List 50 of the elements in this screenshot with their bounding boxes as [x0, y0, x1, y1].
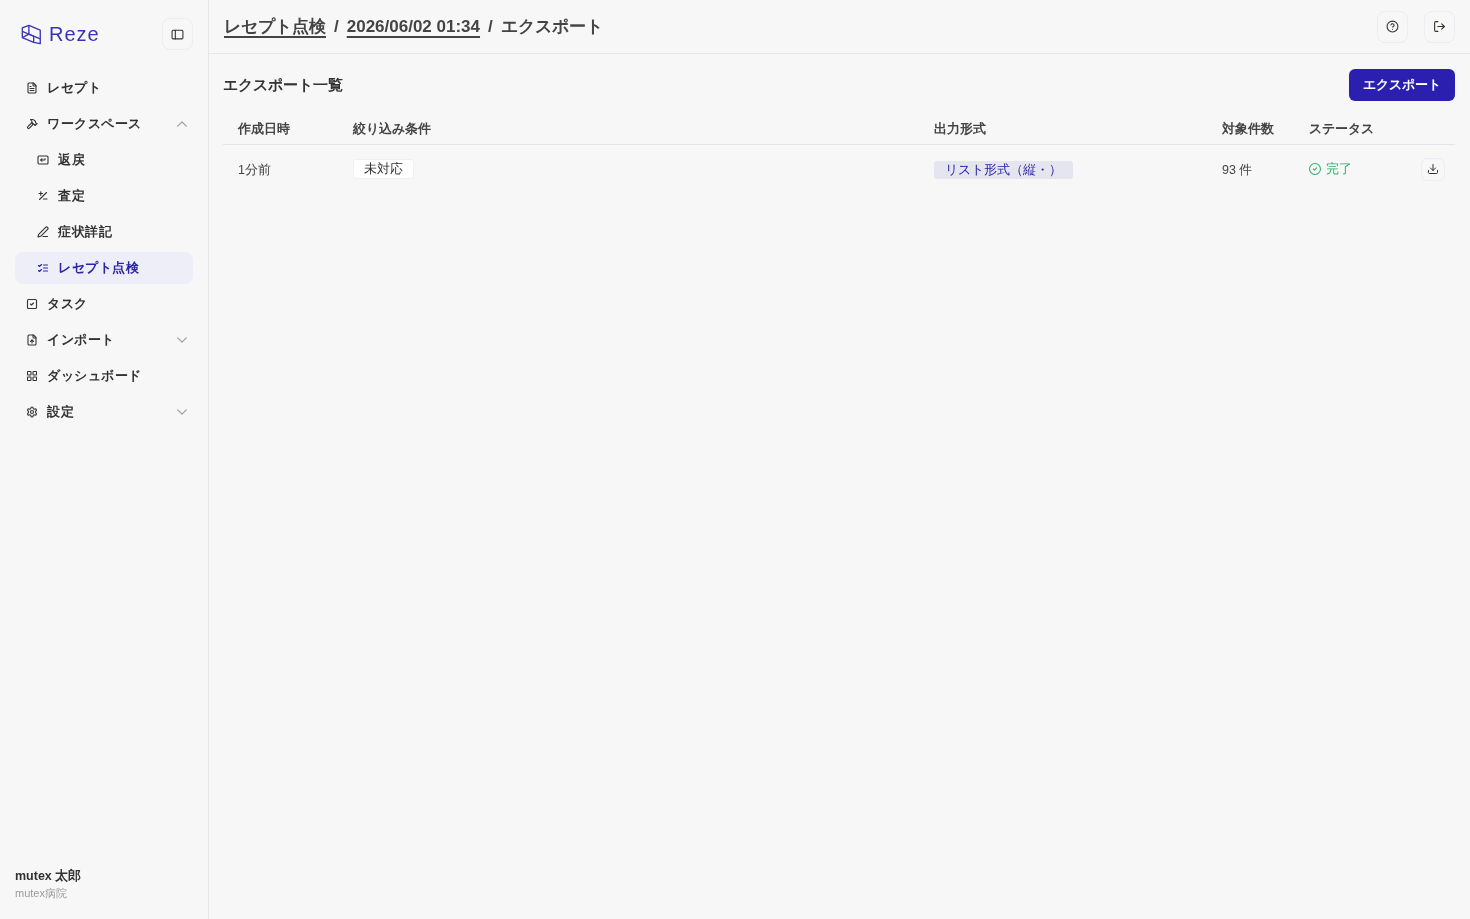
column-header: 絞り込み条件 [353, 121, 431, 136]
breadcrumb-current: エクスポート [500, 16, 603, 38]
table-cell: 93 件 [1222, 162, 1253, 177]
pencil-icon [37, 226, 49, 238]
logo-icon [21, 23, 42, 45]
column-header: ステータス [1309, 121, 1374, 136]
plus-minus-icon [37, 190, 49, 202]
logout-icon [1433, 20, 1446, 33]
user-name: mutex 太郎 [15, 868, 82, 885]
logout-button[interactable] [1424, 10, 1455, 43]
nav-item[interactable]: 症状詳記 [15, 216, 193, 248]
return-icon [37, 154, 49, 166]
table-cell: 1分前 [238, 162, 271, 177]
nav-item[interactable]: 設定 [15, 396, 193, 428]
nav-item[interactable]: 査定 [15, 180, 193, 212]
organization-name: mutex病院 [15, 886, 67, 901]
logo-text: Reze [49, 24, 100, 44]
document-icon [26, 82, 38, 94]
breadcrumb-link[interactable]: 2026/06/02 01:34 [346, 16, 481, 37]
grid-icon [26, 370, 38, 382]
checkbox-icon [26, 298, 38, 310]
nav-item[interactable]: タスク [15, 288, 193, 320]
download-icon [1426, 163, 1439, 175]
export-button[interactable]: エクスポート [1349, 69, 1455, 101]
nav-item[interactable]: インポート [15, 324, 193, 356]
filter-tag: 未対応 [353, 159, 414, 179]
nav-item[interactable]: レセプト [15, 72, 193, 104]
settings-icon [26, 406, 38, 418]
nav-item[interactable]: ダッシュボード [15, 360, 193, 392]
breadcrumb-separator: / [488, 16, 493, 37]
status-text: 完了 [1326, 160, 1352, 178]
breadcrumb-link[interactable]: レセプト点検 [224, 15, 326, 38]
hammer-icon [26, 118, 38, 130]
column-header: 対象件数 [1222, 121, 1274, 136]
nav-item[interactable]: ワークスペース [15, 108, 193, 140]
panel-icon [171, 27, 184, 41]
page-title: エクスポート一覧 [223, 75, 343, 95]
format-tag: リスト形式（縦・） [934, 160, 1073, 179]
checklist-icon [37, 262, 49, 274]
check-circle-icon [1309, 163, 1321, 175]
nav-item[interactable]: 返戻 [15, 144, 193, 176]
help-icon [1386, 20, 1399, 33]
download-button[interactable] [1420, 157, 1445, 181]
sidebar-toggle-button[interactable] [162, 18, 193, 50]
help-button[interactable] [1377, 10, 1408, 43]
column-header: 出力形式 [934, 121, 986, 136]
column-header: 作成日時 [238, 121, 290, 136]
breadcrumb-separator: / [334, 16, 339, 37]
file-upload-icon [26, 334, 38, 346]
nav-item[interactable]: レセプト点検 [15, 252, 193, 284]
